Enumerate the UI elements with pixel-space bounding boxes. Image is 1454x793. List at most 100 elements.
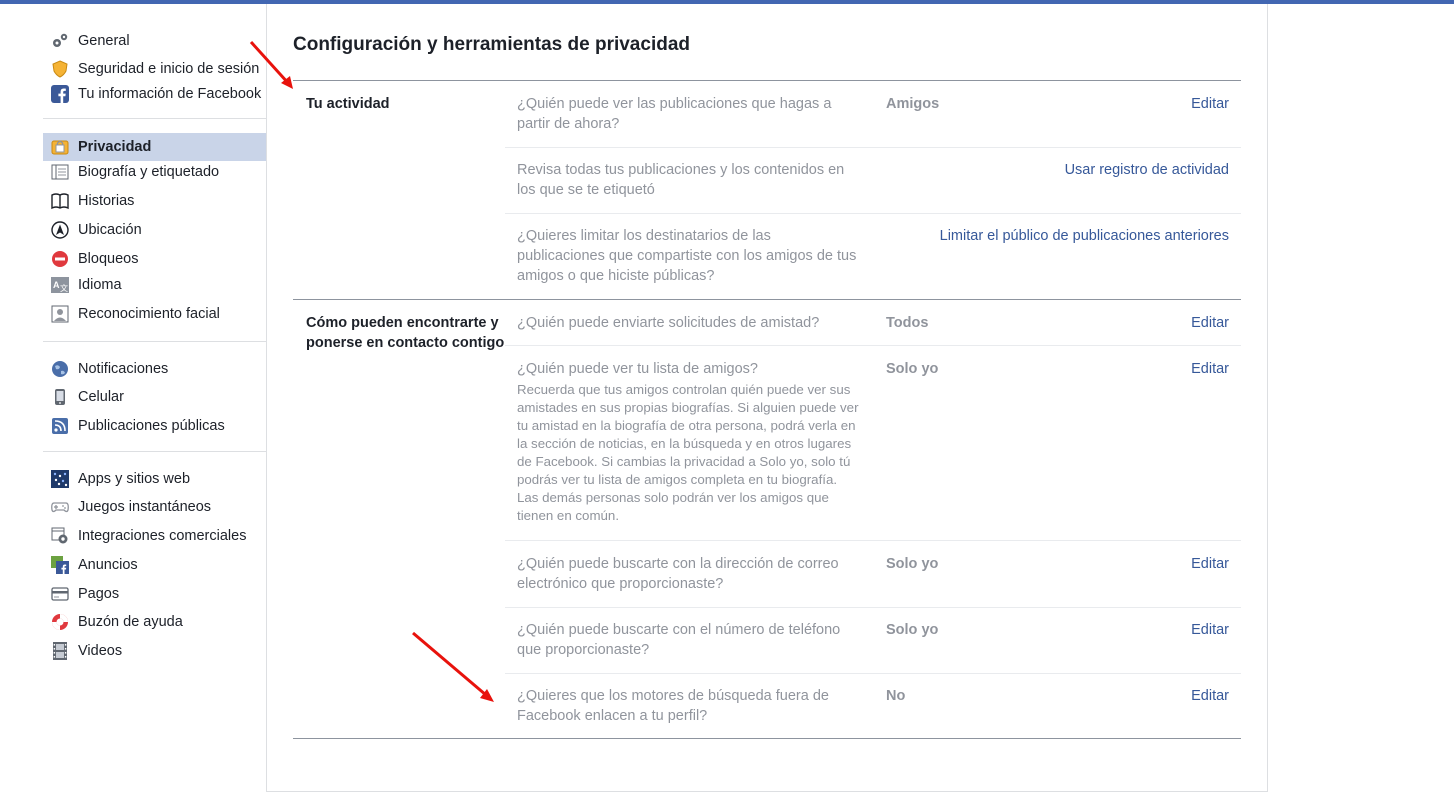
setting-question: ¿Quién puede buscarte con la dirección d… <box>517 556 839 592</box>
sidebar-group-apps: Apps y sitios web Juegos instantáneos In… <box>43 452 266 661</box>
sidebar-item-label: Publicaciones públicas <box>78 418 225 434</box>
sidebar-item-label: Privacidad <box>78 139 152 155</box>
sidebar-item-security[interactable]: Seguridad e inicio de sesión <box>43 59 266 79</box>
phone-icon <box>50 387 70 407</box>
sidebar-item-label: Notificaciones <box>78 361 169 377</box>
annotation-arrow-activity <box>249 40 293 89</box>
annotation-arrow-search-engines <box>412 631 494 702</box>
edit-button[interactable]: Editar <box>1191 686 1229 706</box>
limit-past-posts-link[interactable]: Limitar el público de publicaciones ante… <box>940 226 1229 246</box>
business-gear-icon <box>50 526 70 546</box>
setting-question: ¿Quién puede ver tu lista de amigos? <box>517 361 758 377</box>
setting-value: Todos <box>886 315 929 331</box>
edit-button[interactable]: Editar <box>1191 554 1229 574</box>
svg-text:文: 文 <box>60 283 68 293</box>
sidebar-item-label: Buzón de ayuda <box>78 614 183 630</box>
lock-icon <box>50 137 70 157</box>
sidebar-item-label: Bloqueos <box>78 251 139 267</box>
sidebar-item-timeline[interactable]: Biografía y etiquetado <box>43 162 266 182</box>
facebook-icon <box>50 84 70 104</box>
sidebar-item-blocking[interactable]: Bloqueos <box>43 249 266 269</box>
sidebar-item-notifications[interactable]: Notificaciones <box>43 359 266 379</box>
sidebar-item-videos[interactable]: Videos <box>43 641 266 661</box>
sidebar-item-instant-games[interactable]: Juegos instantáneos <box>43 497 266 517</box>
setting-row-limit-past-posts: ¿Quieres limitar los destinatarios de la… <box>505 214 1241 300</box>
sidebar-item-location[interactable]: Ubicación <box>43 220 266 240</box>
setting-row-future-posts: ¿Quién puede ver las publicaciones que h… <box>505 81 1241 148</box>
setting-value: Solo yo <box>886 556 939 572</box>
setting-row-lookup-phone: ¿Quién puede buscarte con el número de t… <box>505 608 1241 674</box>
sidebar-item-label: Celular <box>78 389 124 405</box>
edit-button[interactable]: Editar <box>1191 94 1229 114</box>
setting-question: ¿Quién puede enviarte solicitudes de ami… <box>517 315 820 331</box>
sidebar-item-payments[interactable]: Pagos <box>43 584 266 604</box>
svg-text:A: A <box>53 280 60 290</box>
sidebar-item-label: Reconocimiento facial <box>78 306 220 322</box>
sidebar-group-account: General Seguridad e inicio de sesión Tu … <box>43 4 266 119</box>
sidebar-item-label: Juegos instantáneos <box>78 499 212 515</box>
sidebar-item-language[interactable]: A文 Idioma <box>43 275 266 295</box>
activity-log-link[interactable]: Usar registro de actividad <box>1065 160 1229 180</box>
card-icon <box>50 584 70 604</box>
edit-button[interactable]: Editar <box>1191 359 1229 379</box>
sidebar-item-label: Tu información de Facebook <box>78 86 262 102</box>
shield-icon <box>50 59 70 79</box>
rss-icon <box>50 416 70 436</box>
edit-button[interactable]: Editar <box>1191 620 1229 640</box>
sidebar-item-stories[interactable]: Historias <box>43 191 266 211</box>
sidebar-item-public-posts[interactable]: Publicaciones públicas <box>43 416 266 436</box>
sidebar-item-label: Anuncios <box>78 557 138 573</box>
lifebuoy-icon <box>50 612 70 632</box>
location-icon <box>50 220 70 240</box>
ads-icon <box>50 555 70 575</box>
sidebar-group-privacy: Privacidad Biografía y etiquetado Histor… <box>43 119 266 342</box>
sidebar-item-general[interactable]: General <box>43 31 266 51</box>
timeline-icon <box>50 162 70 182</box>
sidebar-item-label: Videos <box>78 643 123 659</box>
setting-question-block: ¿Quién puede ver tu lista de amigos? Rec… <box>517 359 862 525</box>
edit-button[interactable]: Editar <box>1191 313 1229 333</box>
sidebar-item-label: Historias <box>78 193 135 209</box>
globe-icon <box>50 359 70 379</box>
sidebar-item-apps[interactable]: Apps y sitios web <box>43 469 266 489</box>
sidebar-item-label: Pagos <box>78 586 120 602</box>
setting-question: ¿Quieres limitar los destinatarios de la… <box>517 228 857 284</box>
sidebar-item-business-integrations[interactable]: Integraciones comerciales <box>43 526 266 546</box>
sidebar-item-label: Biografía y etiquetado <box>78 164 220 180</box>
setting-question: ¿Quién puede ver las publicaciones que h… <box>517 96 832 132</box>
apps-icon <box>50 469 70 489</box>
face-icon <box>50 304 70 324</box>
setting-question: Revisa todas tus publicaciones y los con… <box>517 162 845 198</box>
book-icon <box>50 191 70 211</box>
setting-value: Solo yo <box>886 361 939 377</box>
setting-row-friend-requests: ¿Quién puede enviarte solicitudes de ami… <box>505 300 1241 346</box>
setting-question: ¿Quién puede buscarte con el número de t… <box>517 622 841 658</box>
setting-question: ¿Quieres que los motores de búsqueda fue… <box>517 688 829 724</box>
setting-description: Recuerda que tus amigos controlan quién … <box>517 382 859 523</box>
language-icon: A文 <box>50 275 70 295</box>
sidebar-item-ads[interactable]: Anuncios <box>43 555 266 575</box>
sidebar-item-label: Apps y sitios web <box>78 471 191 487</box>
sidebar-item-your-information[interactable]: Tu información de Facebook <box>43 84 266 104</box>
setting-value: Solo yo <box>886 622 939 638</box>
sidebar-item-label: Ubicación <box>78 222 142 238</box>
setting-value: No <box>886 688 906 704</box>
sidebar-item-support-inbox[interactable]: Buzón de ayuda <box>43 612 266 632</box>
gamepad-icon <box>50 497 70 517</box>
sidebar-item-label: Integraciones comerciales <box>78 528 247 544</box>
block-icon <box>50 249 70 269</box>
section-title: Tu actividad <box>306 96 390 112</box>
sidebar-item-label: Idioma <box>78 277 122 293</box>
page-title: Configuración y herramientas de privacid… <box>293 34 690 55</box>
setting-value: Amigos <box>886 96 940 112</box>
section-title: Cómo pueden encontrarte y ponerse en con… <box>306 315 505 351</box>
setting-row-friends-list: ¿Quién puede ver tu lista de amigos? Rec… <box>505 346 1241 541</box>
film-icon <box>50 641 70 661</box>
sidebar-item-label: Seguridad e inicio de sesión <box>78 61 260 77</box>
sidebar-group-notifications: Notificaciones Celular Publicaciones púb… <box>43 342 266 452</box>
sidebar-item-mobile[interactable]: Celular <box>43 387 266 407</box>
sidebar-item-face-recognition[interactable]: Reconocimiento facial <box>43 304 266 324</box>
setting-row-search-engines: ¿Quieres que los motores de búsqueda fue… <box>505 674 1241 740</box>
setting-row-lookup-email: ¿Quién puede buscarte con la dirección d… <box>505 541 1241 608</box>
sidebar-item-privacy[interactable]: Privacidad <box>43 133 266 161</box>
